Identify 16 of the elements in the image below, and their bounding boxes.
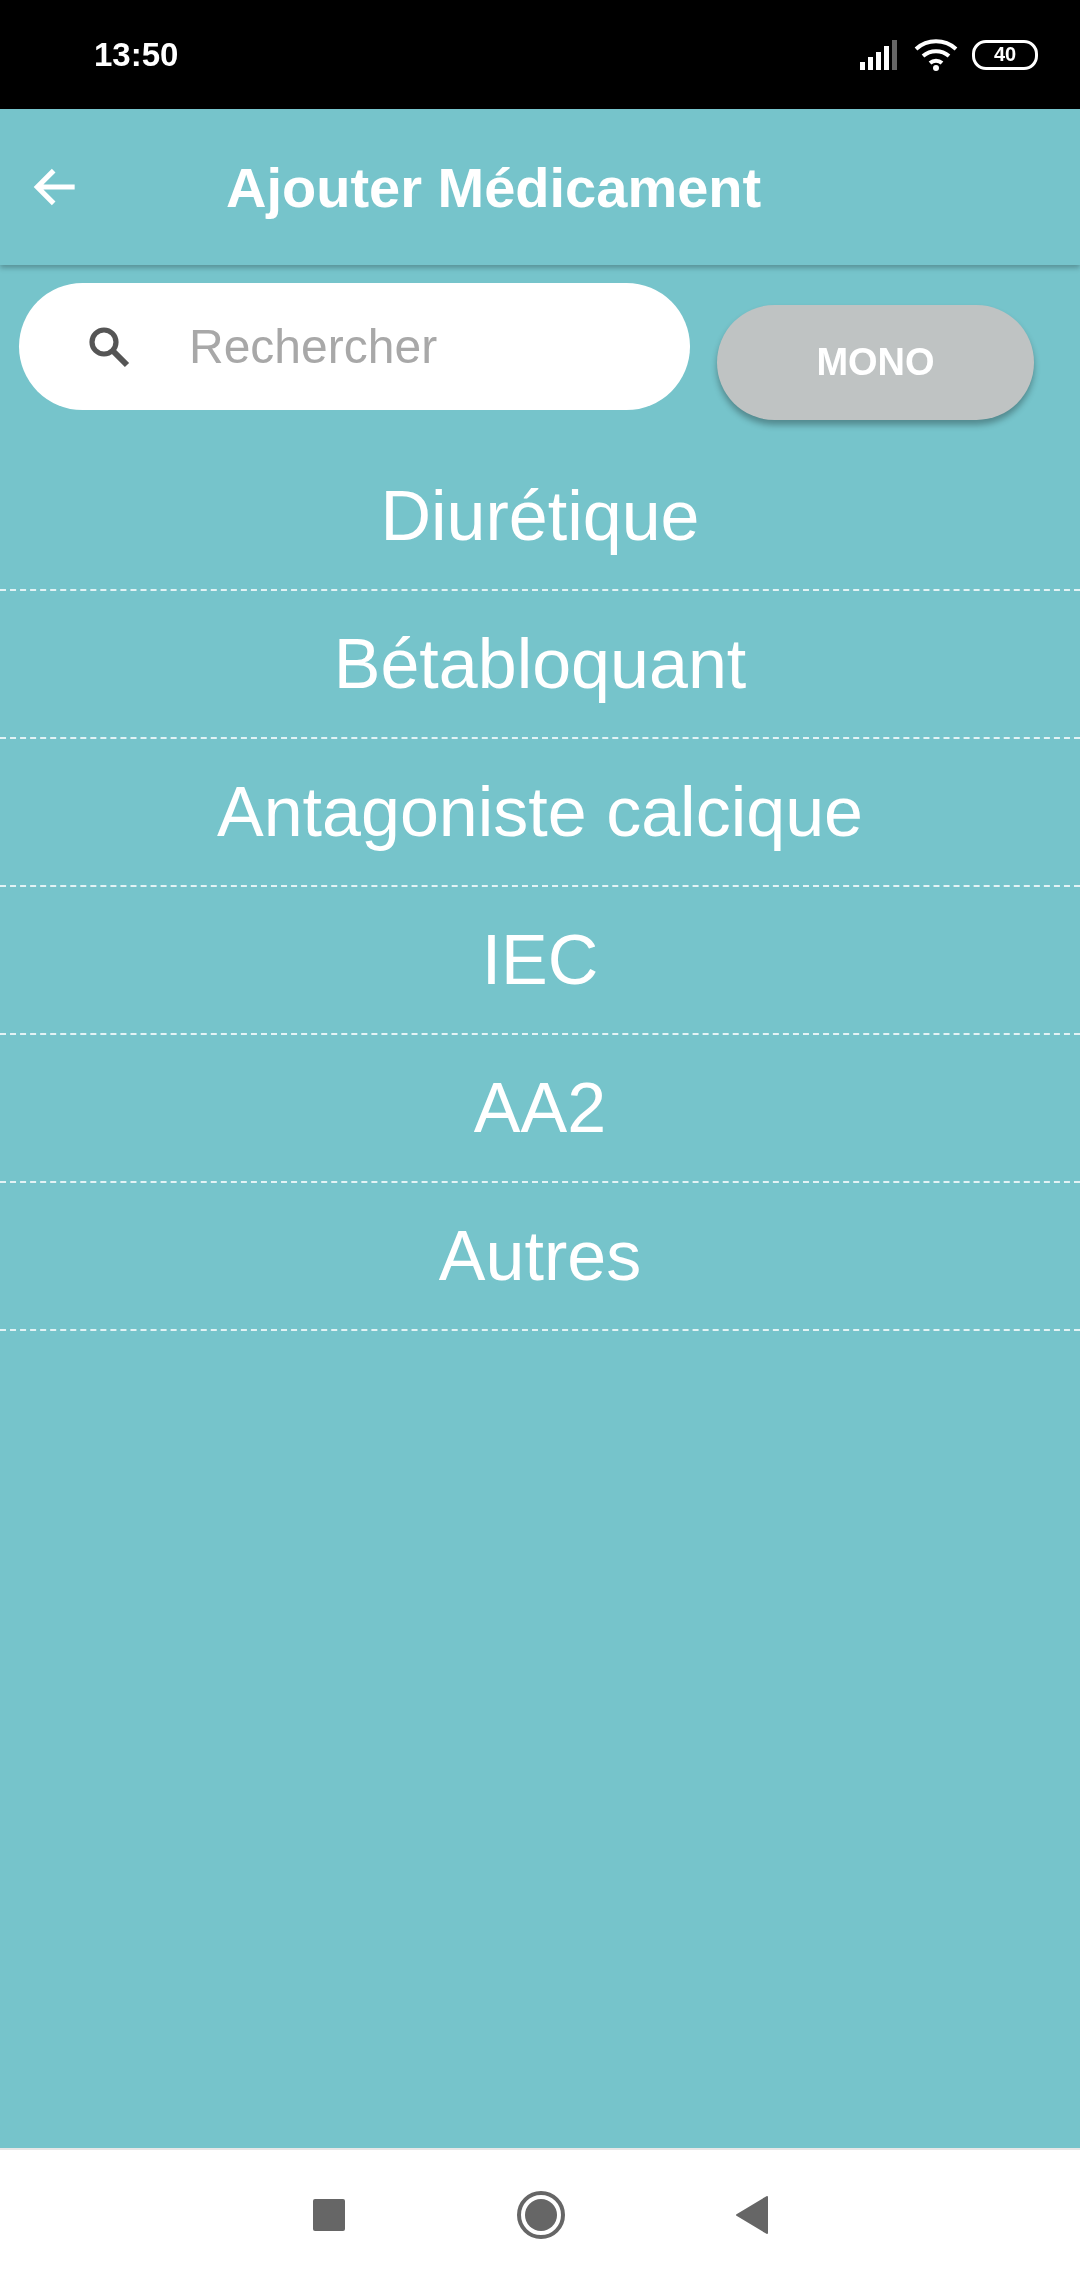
search-field[interactable]: Rechercher (19, 283, 690, 410)
category-item[interactable]: Antagoniste calcique (0, 739, 1080, 887)
category-item[interactable]: IEC (0, 887, 1080, 1035)
wifi-icon (914, 38, 958, 71)
category-item[interactable]: AA2 (0, 1035, 1080, 1183)
mono-button[interactable]: MONO (717, 305, 1034, 420)
category-item[interactable]: Autres (0, 1183, 1080, 1331)
home-icon[interactable] (516, 2190, 566, 2240)
battery-level: 40 (972, 39, 1038, 70)
screen-title: Ajouter Médicament (226, 154, 762, 220)
clock: 13:50 (94, 35, 180, 74)
recents-icon[interactable] (312, 2198, 346, 2232)
category-item[interactable]: Diurétique (0, 443, 1080, 591)
signal-icon (860, 39, 900, 70)
category-item[interactable]: Bétabloquant (0, 591, 1080, 739)
back-icon[interactable] (736, 2196, 768, 2234)
